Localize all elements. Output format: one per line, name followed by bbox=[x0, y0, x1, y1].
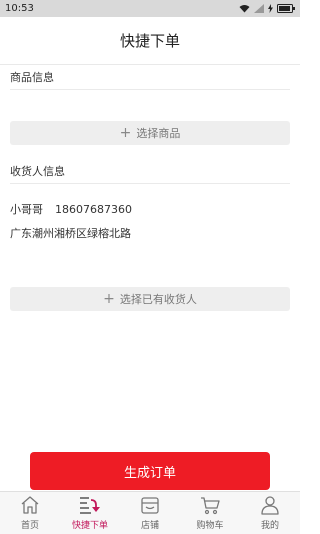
status-bar: 10:53 bbox=[0, 0, 300, 17]
user-icon bbox=[261, 496, 279, 515]
tab-quick-order[interactable]: 快捷下单 bbox=[60, 492, 120, 534]
select-recipient-label: 选择已有收货人 bbox=[119, 293, 197, 306]
tab-mine[interactable]: 我的 bbox=[240, 492, 300, 534]
tab-label: 店铺 bbox=[140, 521, 159, 531]
tab-label: 快捷下单 bbox=[71, 521, 108, 531]
plus-icon: + bbox=[103, 291, 115, 307]
tab-cart[interactable]: 购物车 bbox=[180, 492, 240, 534]
wifi-icon bbox=[239, 5, 250, 13]
recipient-section-title: 收货人信息 bbox=[10, 165, 65, 178]
select-product-label: 选择商品 bbox=[136, 127, 181, 140]
quick-order-icon bbox=[80, 497, 100, 514]
tab-label: 我的 bbox=[260, 521, 279, 531]
tab-bar: 首页 快捷下单 店铺 购物车 我的 bbox=[0, 491, 300, 534]
recipient-address: 广东潮州湘桥区绿榕北路 bbox=[10, 227, 131, 240]
tab-store[interactable]: 店铺 bbox=[120, 492, 180, 534]
status-time: 10:53 bbox=[5, 3, 34, 14]
generate-order-button[interactable]: 生成订单 bbox=[30, 452, 270, 490]
cart-icon bbox=[201, 497, 220, 515]
status-icons bbox=[239, 4, 295, 13]
charging-icon bbox=[268, 4, 273, 13]
generate-order-label: 生成订单 bbox=[123, 465, 176, 481]
select-product-button[interactable]: + 选择商品 bbox=[10, 121, 290, 145]
tab-label: 购物车 bbox=[196, 521, 224, 531]
store-icon bbox=[141, 497, 159, 514]
signal-icon bbox=[254, 4, 264, 13]
recipient-name-phone: 小哥哥 18607687360 bbox=[10, 201, 132, 217]
divider bbox=[10, 183, 290, 184]
tab-home[interactable]: 首页 bbox=[0, 492, 60, 534]
select-recipient-button[interactable]: + 选择已有收货人 bbox=[10, 287, 290, 311]
nav-bar: 快捷下单 bbox=[0, 17, 300, 65]
plus-icon: + bbox=[119, 125, 132, 141]
battery-icon bbox=[277, 4, 295, 13]
recipient-phone: 18607687360 bbox=[55, 203, 132, 216]
recipient-name: 小哥哥 bbox=[10, 203, 43, 216]
product-section-title: 商品信息 bbox=[10, 71, 54, 84]
home-icon bbox=[21, 496, 39, 514]
page-title: 快捷下单 bbox=[119, 32, 180, 50]
tab-label: 首页 bbox=[20, 521, 39, 531]
divider bbox=[10, 89, 290, 90]
